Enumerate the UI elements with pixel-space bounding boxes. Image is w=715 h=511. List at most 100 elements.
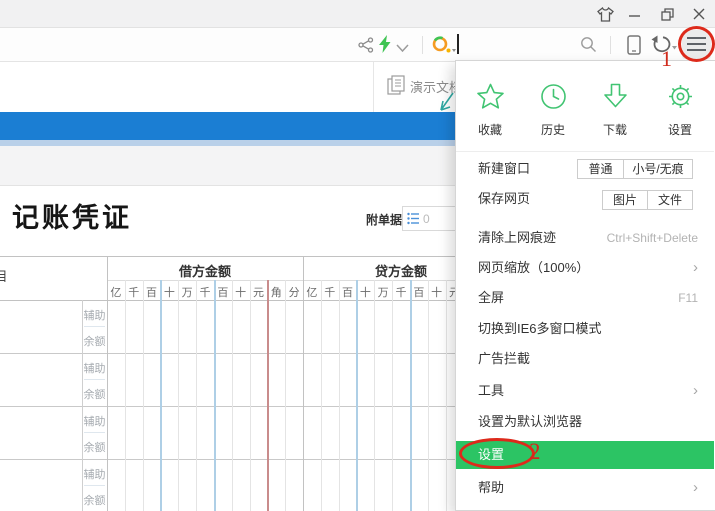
row-aux-label: 辅助 xyxy=(82,466,107,480)
text-cursor xyxy=(457,34,459,54)
toolbar-separator xyxy=(610,36,611,54)
menu-settings-quick[interactable]: 设置 xyxy=(652,83,708,138)
browser-window: 演示文档 记账凭证 附单据 0 借方金额贷方金额亿千百十万千百十元角分亿千百十万… xyxy=(0,0,715,511)
toolbar-separator xyxy=(422,36,423,54)
row-sub-divider xyxy=(84,485,105,486)
menu-favorites-label: 收藏 xyxy=(462,121,518,138)
step2-circle-annotation xyxy=(459,438,535,469)
menu-item-tools[interactable]: 工具 › xyxy=(456,376,714,406)
table-column-line xyxy=(285,280,286,511)
title-bar xyxy=(0,0,715,28)
unit-column-label: 分 xyxy=(285,284,303,298)
shirt-icon[interactable] xyxy=(596,6,614,22)
unit-column-label: 十 xyxy=(428,284,446,298)
share-icon[interactable] xyxy=(358,37,374,58)
step1-number: 1 xyxy=(661,46,672,72)
unit-column-label: 角 xyxy=(267,284,285,298)
debit-header: 借方金额 xyxy=(107,261,303,277)
step1-circle-annotation xyxy=(678,26,715,62)
table-column-line xyxy=(428,280,429,511)
unit-column-label: 十 xyxy=(232,284,250,298)
row-aux-label: 辅助 xyxy=(82,413,107,427)
table-column-line xyxy=(143,280,144,511)
table-column-line xyxy=(250,280,251,511)
menu-item-ad-block[interactable]: 广告拦截 xyxy=(456,344,714,374)
unit-column-label: 百 xyxy=(214,284,232,298)
clock-icon xyxy=(540,83,567,110)
submenu-chevron-icon: › xyxy=(693,473,698,503)
unit-column-label: 百 xyxy=(339,284,357,298)
table-column-line xyxy=(214,280,216,511)
shortcut-label: Ctrl+Shift+Delete xyxy=(607,223,698,253)
unit-column-label: 十 xyxy=(356,284,374,298)
star-icon xyxy=(477,83,504,110)
unit-column-label: 百 xyxy=(143,284,161,298)
incognito-window-button[interactable]: 小号/无痕 xyxy=(624,160,692,178)
download-icon xyxy=(602,83,629,110)
table-column-line xyxy=(392,280,393,511)
unit-column-label: 万 xyxy=(374,284,392,298)
unit-column-label: 千 xyxy=(321,284,339,298)
table-column-line xyxy=(178,280,179,511)
menu-history-label: 历史 xyxy=(525,121,581,138)
menu-item-fullscreen[interactable]: 全屏 F11 xyxy=(456,283,714,313)
menu-favorites[interactable]: 收藏 xyxy=(462,83,518,138)
row-balance-label: 余额 xyxy=(82,439,107,453)
unit-column-label: 千 xyxy=(125,284,143,298)
unit-column-label: 千 xyxy=(392,284,410,298)
row-balance-label: 余额 xyxy=(82,492,107,506)
menu-downloads-label: 下载 xyxy=(587,121,643,138)
step2-number: 2 xyxy=(529,439,541,465)
close-icon[interactable] xyxy=(690,6,708,22)
unit-column-label: 元 xyxy=(250,284,268,298)
minimize-icon[interactable] xyxy=(626,6,644,22)
table-column-line xyxy=(125,280,126,511)
table-column-line xyxy=(446,280,447,511)
submenu-chevron-icon: › xyxy=(693,253,698,283)
row-sub-divider xyxy=(84,379,105,380)
new-window-mode-buttons: 普通 小号/无痕 xyxy=(577,159,693,179)
table-column-line xyxy=(196,280,197,511)
table-column-line xyxy=(410,280,412,511)
save-file-button[interactable]: 文件 xyxy=(648,191,692,209)
menu-downloads[interactable]: 下载 xyxy=(587,83,643,138)
o-logo-icon[interactable] xyxy=(432,36,456,61)
gear-icon xyxy=(667,83,694,110)
menu-item-default-browser[interactable]: 设置为默认浏览器 xyxy=(456,407,714,437)
submenu-chevron-icon: › xyxy=(693,376,698,406)
table-column-line xyxy=(339,280,340,511)
menu-history[interactable]: 历史 xyxy=(525,83,581,138)
chevron-down-icon[interactable] xyxy=(396,40,409,58)
menu-separator xyxy=(456,151,714,152)
phone-icon[interactable] xyxy=(627,35,641,60)
menu-item-page-zoom[interactable]: 网页缩放（100%） › xyxy=(456,253,714,283)
save-page-buttons: 图片 文件 xyxy=(602,190,693,210)
row-sub-divider xyxy=(84,432,105,433)
row-balance-label: 余额 xyxy=(82,386,107,400)
table-column-line xyxy=(321,280,322,511)
table-column-line xyxy=(160,280,162,511)
menu-item-clear-traces[interactable]: 清除上网痕迹 Ctrl+Shift+Delete xyxy=(456,223,714,253)
unit-column-label: 百 xyxy=(410,284,428,298)
unit-column-label: 亿 xyxy=(303,284,321,298)
menu-settings-quick-label: 设置 xyxy=(652,121,708,138)
corner-char: 目 xyxy=(0,266,9,282)
unit-column-label: 万 xyxy=(178,284,196,298)
menu-item-help[interactable]: 帮助 › xyxy=(456,473,714,503)
table-border xyxy=(0,256,499,257)
shortcut-label: F11 xyxy=(678,283,698,313)
row-aux-label: 辅助 xyxy=(82,307,107,321)
lightning-icon[interactable] xyxy=(378,35,392,59)
normal-window-button[interactable]: 普通 xyxy=(578,160,623,178)
restore-icon[interactable] xyxy=(658,6,676,22)
search-icon[interactable] xyxy=(580,36,597,58)
unit-column-label: 十 xyxy=(160,284,178,298)
row-balance-label: 余额 xyxy=(82,333,107,347)
table-column-line xyxy=(356,280,358,511)
unit-column-label: 亿 xyxy=(107,284,125,298)
browser-toolbar xyxy=(0,28,715,62)
table-column-line xyxy=(267,280,269,511)
save-image-button[interactable]: 图片 xyxy=(603,191,647,209)
menu-item-ie6-mode[interactable]: 切换到IE6多窗口模式 xyxy=(456,314,714,344)
table-column-line xyxy=(232,280,233,511)
